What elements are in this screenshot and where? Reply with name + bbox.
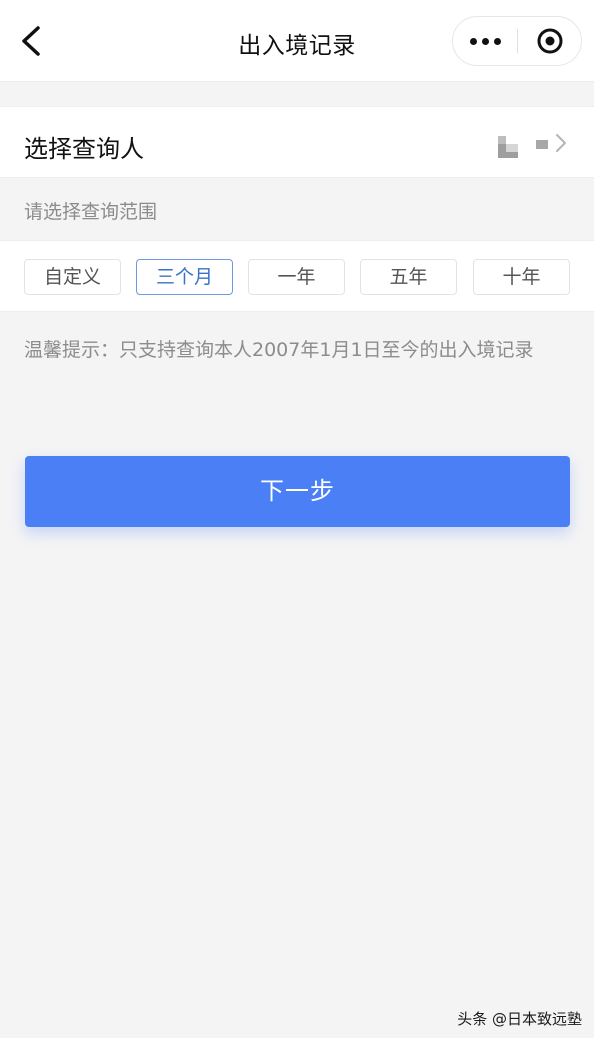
watermark: 头条 @日本致远塾	[457, 1010, 582, 1028]
next-step-button[interactable]: 下一步	[25, 456, 570, 527]
nav-bar: 出入境记录	[0, 0, 594, 82]
range-option-custom[interactable]: 自定义	[24, 259, 121, 295]
close-mini-program-button[interactable]	[518, 17, 582, 65]
more-button[interactable]	[453, 17, 518, 65]
more-dots-icon	[470, 37, 477, 45]
tip-text: 温馨提示：只支持查询本人2007年1月1日至今的出入境记录	[24, 339, 534, 361]
mini-program-capsule	[452, 16, 582, 66]
range-option-three-months[interactable]: 三个月	[136, 259, 233, 295]
range-options-panel: 自定义 三个月 一年 五年 十年	[0, 240, 594, 312]
range-option-one-year[interactable]: 一年	[248, 259, 345, 295]
chevron-right-icon	[556, 134, 566, 152]
blurred-name-icon	[498, 136, 548, 158]
target-close-icon	[537, 28, 563, 54]
range-option-five-years[interactable]: 五年	[360, 259, 457, 295]
select-person-label: 选择查询人	[24, 135, 144, 163]
range-section-label: 请选择查询范围	[24, 201, 158, 223]
range-option-ten-years[interactable]: 十年	[473, 259, 570, 295]
